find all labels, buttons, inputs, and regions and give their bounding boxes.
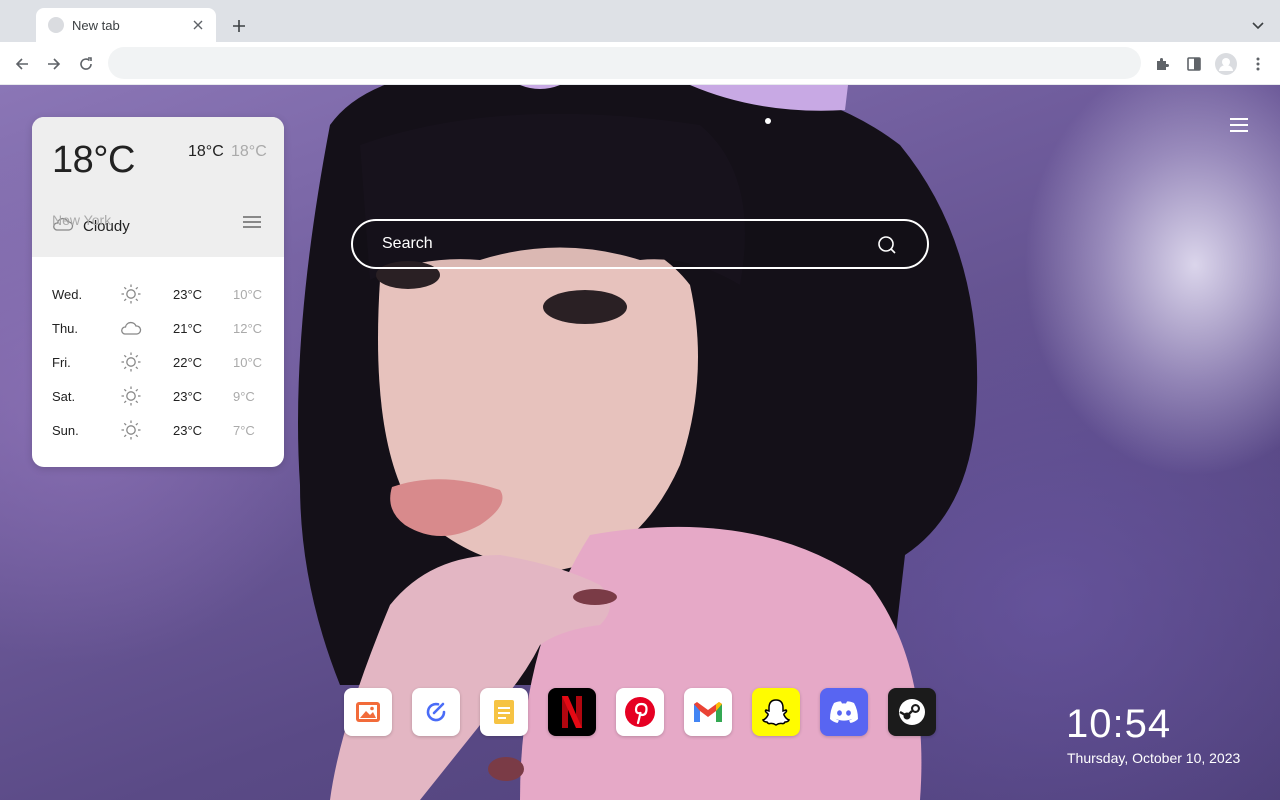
forecast-day: Wed. [52,286,83,302]
back-icon [15,58,28,70]
tab-search-button[interactable] [1246,14,1270,38]
forecast-low: 10°C [233,286,263,302]
snapchat-app[interactable] [752,688,800,736]
browser-menu-button[interactable] [1244,50,1272,78]
address-bar[interactable] [108,47,1141,79]
discord-app[interactable] [820,688,868,736]
gmail-icon [694,702,722,722]
sun-icon [120,419,142,441]
weather-widget: 18°C 18°C 18°C Cloudy New York Wed. 23°C 1… [32,117,284,467]
sun-icon [120,351,142,373]
reload-icon [80,57,92,70]
close-icon[interactable] [190,17,206,33]
today-low: 18°C [231,143,267,160]
forecast-low: 9°C [233,388,255,404]
steam-icon [899,699,925,725]
gmail-app[interactable] [684,688,732,736]
sun-icon [120,385,142,407]
forecast-low: 7°C [233,422,255,438]
profile-button[interactable] [1212,50,1240,78]
discord-icon [830,701,858,723]
search-input[interactable] [382,221,872,267]
forecast-day: Thu. [52,320,79,336]
tasks-app[interactable] [412,688,460,736]
photos-app[interactable] [344,688,392,736]
weather-current: 18°C 18°C 18°C Cloudy New York [32,117,284,257]
photos-icon [356,702,380,722]
new-tab-page: 18°C 18°C 18°C Cloudy New York Wed. 23°C 1… [0,85,1280,800]
forecast-row: Wed. 23°C 10°C [32,277,284,311]
weather-menu-icon[interactable] [243,214,261,230]
today-high: 18°C [188,143,224,160]
steam-app[interactable] [888,688,936,736]
pinterest-icon [625,697,655,727]
forecast-day: Sat. [52,388,76,404]
side-panel-button[interactable] [1180,50,1208,78]
search-icon[interactable] [876,234,898,256]
tab-new-tab[interactable]: New tab [36,8,216,42]
forecast-high: 22°C [173,354,203,370]
hamburger-menu-icon[interactable] [1228,115,1250,135]
tab-title: New tab [72,17,120,33]
back-button[interactable] [8,50,36,78]
clock-date: Thursday, October 10, 2023 [1067,750,1241,766]
forecast-day: Sun. [52,422,79,438]
forecast-row: Thu. 21°C 12°C [32,311,284,345]
forecast-low: 12°C [233,320,263,336]
weather-city[interactable]: New York [52,212,111,228]
forecast-high: 23°C [173,286,203,302]
extensions-icon [1157,58,1169,70]
reload-button[interactable] [72,50,100,78]
sun-icon [120,283,142,305]
extensions-button[interactable] [1148,50,1176,78]
forecast-low: 10°C [233,354,263,370]
forecast-high: 23°C [173,422,203,438]
netflix-icon [562,696,582,728]
snapchat-icon [761,699,791,726]
clock-time: 10:54 [1066,702,1172,746]
cloud-icon [120,317,142,339]
search-box[interactable] [351,219,929,269]
notes-icon [494,700,514,724]
current-temperature: 18°C [52,139,135,181]
notes-app[interactable] [480,688,528,736]
plus-icon [233,20,245,32]
pinterest-app[interactable] [616,688,664,736]
favicon-icon [48,17,64,33]
forecast-high: 21°C [173,320,203,336]
profile-icon [1215,53,1237,75]
new-tab-button[interactable] [226,13,252,39]
forecast-day: Fri. [52,354,71,370]
side-panel-icon [1187,57,1201,71]
netflix-app[interactable] [548,688,596,736]
chevron-down-icon [1252,22,1264,30]
forecast-row: Sat. 23°C 9°C [32,379,284,413]
forecast-row: Fri. 22°C 10°C [32,345,284,379]
forecast-high: 23°C [173,388,203,404]
browser-toolbar [0,42,1280,85]
forward-button[interactable] [40,50,68,78]
tab-strip: New tab [0,0,1280,42]
kebab-menu-icon [1256,57,1260,71]
forward-icon [48,58,61,70]
forecast-row: Sun. 23°C 7°C [32,413,284,447]
tasks-icon [426,702,446,722]
